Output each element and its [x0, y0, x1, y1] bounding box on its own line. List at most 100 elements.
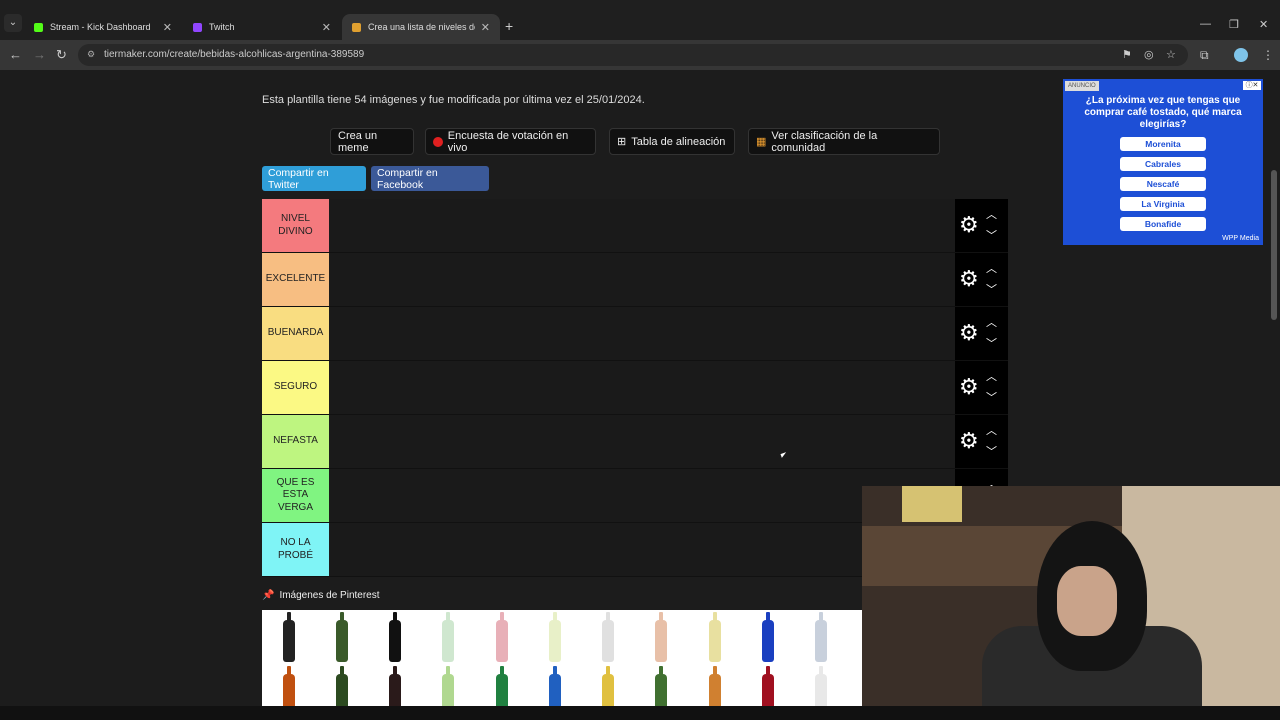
ad-close-icon[interactable]: ⓘ✕ [1243, 81, 1261, 90]
bottle-image[interactable] [336, 666, 348, 706]
extensions-icon[interactable]: ⧉ [1200, 48, 1209, 63]
star-icon[interactable]: ☆ [1166, 48, 1176, 61]
bottle-image[interactable] [655, 612, 667, 662]
ad-brand: WPP Media [1222, 235, 1259, 242]
close-tab-icon[interactable]: ✕ [322, 21, 331, 34]
tier-drop-zone[interactable] [330, 307, 955, 360]
chevron-up-icon[interactable]: ︿ [986, 206, 997, 222]
forward-icon[interactable]: → [33, 47, 46, 62]
chevron-down-icon[interactable]: ﹀ [986, 227, 997, 243]
tier-label[interactable]: EXCELENTE [262, 253, 329, 306]
tab-kick[interactable]: Stream - Kick Dashboard ✕ [24, 14, 182, 40]
tier-label[interactable]: NEFASTA [262, 415, 329, 468]
ad-option[interactable]: Morenita [1120, 137, 1206, 151]
chevron-down-icon[interactable]: ﹀ [986, 281, 997, 297]
ad-banner[interactable]: ANUNCIO ⓘ✕ ¿La próxima vez que tengas qu… [1063, 79, 1263, 245]
tier-label[interactable]: SEGURO [262, 361, 329, 414]
chevron-up-icon[interactable]: ︿ [986, 260, 997, 276]
create-meme-button[interactable]: Crea un meme [330, 128, 414, 155]
tier-label[interactable]: NO LA PROBÉ [262, 523, 329, 576]
button-label: Encuesta de votación en vivo [447, 129, 569, 154]
tier-drop-zone[interactable] [330, 253, 955, 306]
bottle-image[interactable] [815, 612, 827, 662]
bottle-image[interactable] [442, 612, 454, 662]
bottle-image[interactable] [602, 666, 614, 706]
bottle-image[interactable] [709, 612, 721, 662]
bottle-image[interactable] [389, 666, 401, 706]
kick-favicon-icon [34, 22, 43, 32]
tab-twitch[interactable]: Twitch ✕ [183, 14, 341, 40]
back-icon[interactable]: ← [9, 47, 22, 62]
ad-tag: ANUNCIO [1065, 81, 1099, 91]
gear-icon[interactable]: ⚙ [959, 428, 979, 454]
bottle-image[interactable] [283, 612, 295, 662]
bottle-image[interactable] [389, 612, 401, 662]
tier-label[interactable]: QUE ES ESTA VERGA [262, 469, 329, 522]
eye-off-icon[interactable]: ◎ [1144, 48, 1154, 61]
close-tab-icon[interactable]: ✕ [481, 21, 490, 34]
bottle-image[interactable] [442, 666, 454, 706]
gear-icon[interactable]: ⚙ [959, 320, 979, 346]
bottle-image[interactable] [283, 666, 295, 706]
ad-option[interactable]: Bonafide [1120, 217, 1206, 231]
close-tab-icon[interactable]: ✕ [163, 21, 172, 34]
chevron-up-icon[interactable]: ︿ [986, 314, 997, 330]
tier-drop-zone[interactable] [330, 199, 955, 252]
ad-option[interactable]: Cabrales [1120, 157, 1206, 171]
tier-controls: ⚙ ︿ ﹀ [955, 361, 1008, 414]
close-window-icon[interactable]: ✕ [1259, 18, 1268, 31]
chevron-down-icon[interactable]: ﹀ [986, 389, 997, 405]
tier-controls: ⚙ ︿ ﹀ [955, 307, 1008, 360]
webcam-overlay [862, 486, 1280, 720]
tier-controls: ⚙ ︿ ﹀ [955, 253, 1008, 306]
tab-search-button[interactable]: ⌄ [4, 14, 22, 32]
ad-option[interactable]: La Virginia [1120, 197, 1206, 211]
community-rank-button[interactable]: ▦ Ver clasificación de la comunidad [748, 128, 940, 155]
gear-icon[interactable]: ⚙ [959, 212, 979, 238]
bottle-image[interactable] [655, 666, 667, 706]
gear-icon[interactable]: ⚙ [959, 374, 979, 400]
bottle-image[interactable] [709, 666, 721, 706]
reload-icon[interactable]: ↻ [56, 47, 67, 63]
bottom-strip [0, 706, 1280, 720]
address-bar[interactable]: ⚙ tiermaker.com/create/bebidas-alcohlica… [78, 44, 1188, 66]
bottle-image[interactable] [549, 612, 561, 662]
tier-controls: ⚙ ︿ ﹀ [955, 199, 1008, 252]
tier-drop-zone[interactable] [330, 361, 955, 414]
chevron-down-icon[interactable]: ﹀ [986, 335, 997, 351]
gear-icon[interactable]: ⚙ [959, 266, 979, 292]
avatar[interactable] [1234, 48, 1248, 62]
bottle-image[interactable] [336, 612, 348, 662]
pin-icon: 📌 [262, 590, 275, 601]
bottle-image[interactable] [762, 666, 774, 706]
bottle-image[interactable] [815, 666, 827, 706]
scrollbar-thumb[interactable] [1271, 170, 1277, 320]
tier-label[interactable]: BUENARDA [262, 307, 329, 360]
chevron-up-icon[interactable]: ︿ [986, 368, 997, 384]
ad-option[interactable]: Nescafé [1120, 177, 1206, 191]
bottle-image[interactable] [496, 666, 508, 706]
share-facebook-button[interactable]: Compartir en Facebook [371, 166, 489, 191]
button-label: Compartir en Twitter [268, 166, 329, 191]
site-info-icon[interactable]: ⚙ [87, 49, 95, 60]
tier-drop-zone[interactable] [330, 415, 955, 468]
live-poll-button[interactable]: Encuesta de votación en vivo [425, 128, 596, 155]
bottle-image[interactable] [549, 666, 561, 706]
restore-icon[interactable]: ❐ [1229, 18, 1239, 31]
alignment-chart-button[interactable]: ⊞ Tabla de alineación [609, 128, 735, 155]
chevron-down-icon[interactable]: ﹀ [986, 443, 997, 459]
menu-icon[interactable]: ⋮ [1262, 48, 1274, 62]
chevron-up-icon[interactable]: ︿ [986, 422, 997, 438]
minimize-icon[interactable]: — [1200, 18, 1211, 30]
heading-text: Imágenes de Pinterest [279, 590, 380, 601]
share-twitter-button[interactable]: Compartir en Twitter [262, 166, 366, 191]
bottle-image[interactable] [602, 612, 614, 662]
community-grid-icon: ▦ [756, 136, 767, 148]
tier-label[interactable]: NIVEL DIVINO [262, 199, 329, 252]
bottle-image[interactable] [496, 612, 508, 662]
template-description: Esta plantilla tiene 54 imágenes y fue m… [262, 94, 645, 106]
tab-tiermaker[interactable]: Crea una lista de niveles de Alc ✕ [342, 14, 500, 40]
bottle-image[interactable] [762, 612, 774, 662]
translate-icon[interactable]: ⚑ [1122, 48, 1132, 61]
new-tab-icon[interactable]: + [505, 18, 513, 34]
